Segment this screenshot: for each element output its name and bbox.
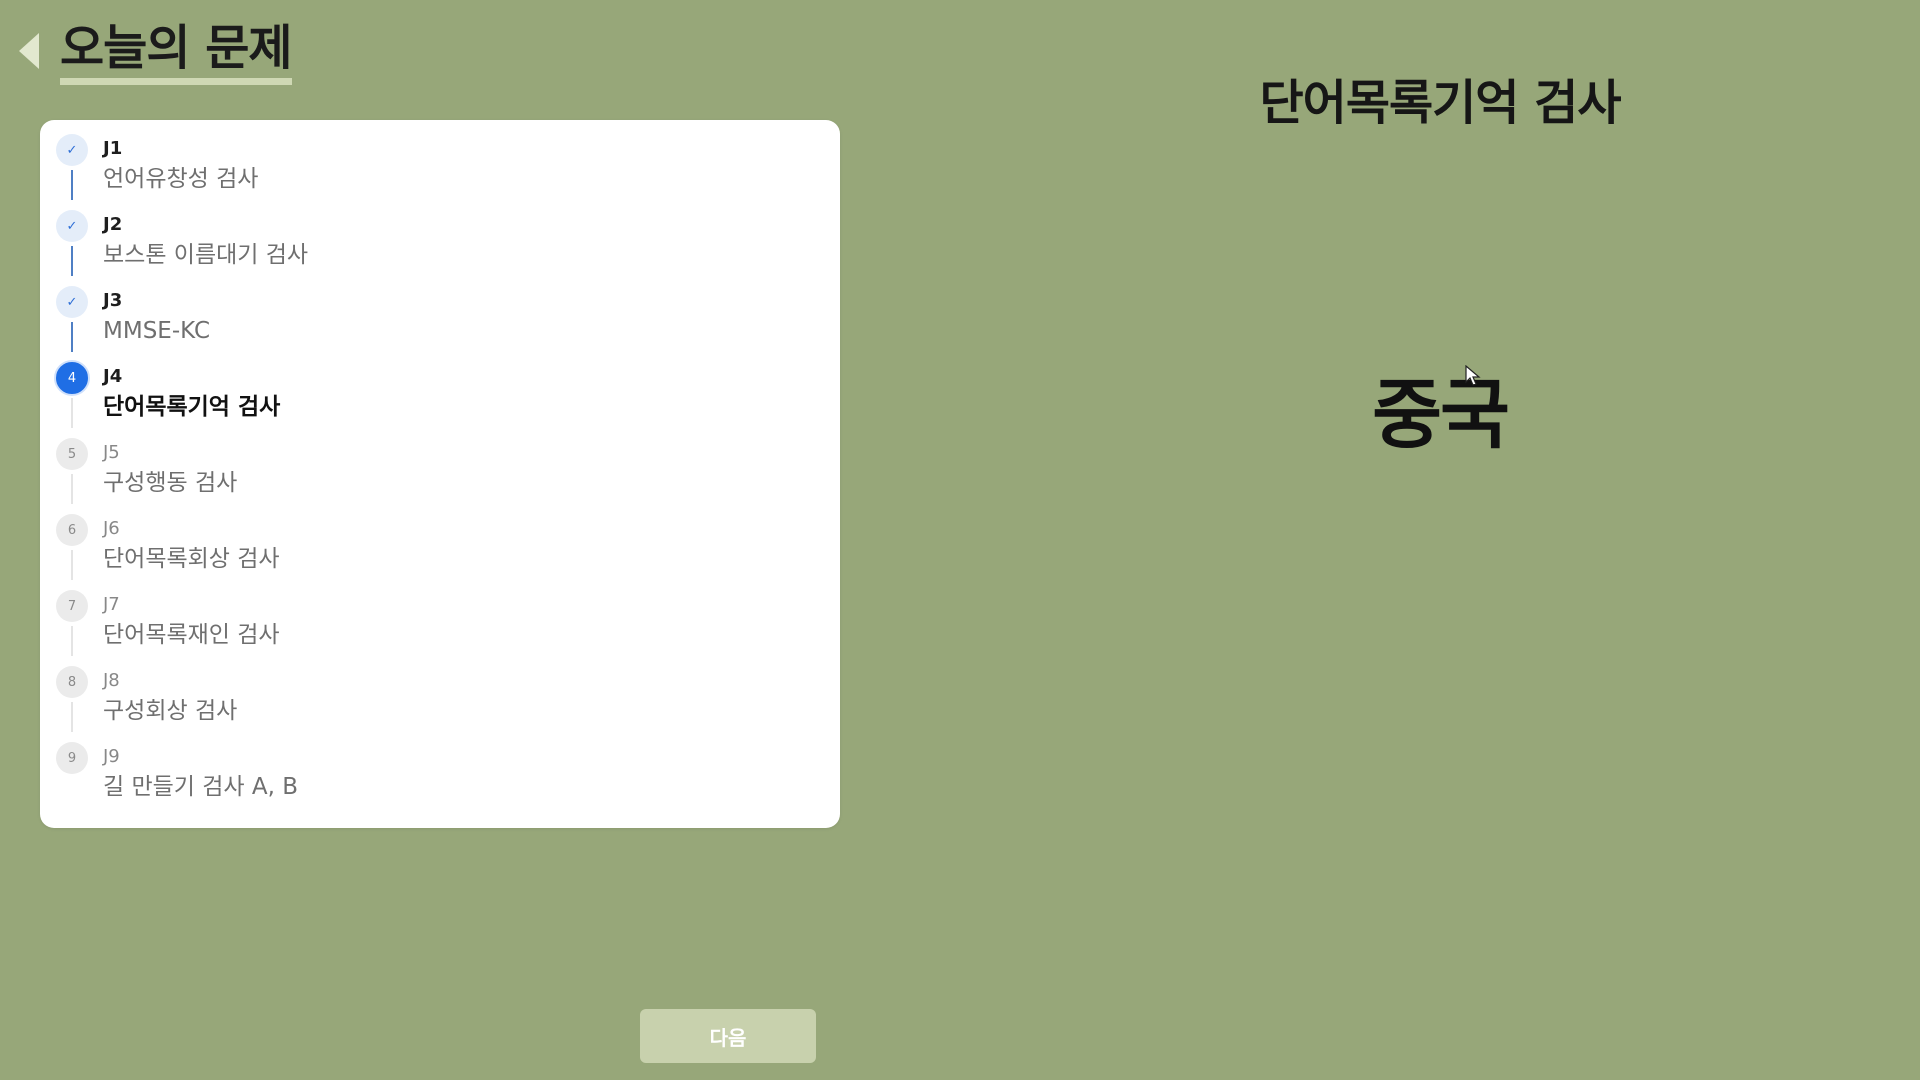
test-title: 단어목록기억 검사: [1259, 75, 1622, 131]
step-name: 언어유창성 검사: [103, 166, 259, 192]
step-name: 단어목록재인 검사: [103, 622, 280, 648]
page-title: 오늘의 문제: [60, 18, 293, 85]
step-item-j5[interactable]: 5 J5 구성행동 검사: [40, 424, 840, 504]
step-number-badge: 8: [56, 666, 88, 698]
step-code: J4: [103, 366, 123, 387]
step-number-badge: 4: [56, 362, 88, 394]
step-number-badge: 7: [56, 590, 88, 622]
step-code: J7: [103, 594, 120, 615]
step-number-badge: 5: [56, 438, 88, 470]
check-icon: ✓: [56, 210, 88, 242]
step-item-j6[interactable]: 6 J6 단어목록회상 검사: [40, 500, 840, 580]
step-list-panel: ✓ J1 언어유창성 검사 ✓ J2 보스톤 이름대기 검사 ✓ J3 MMSE…: [40, 120, 840, 828]
step-code: J9: [103, 746, 120, 767]
mouse-cursor-icon: [1465, 364, 1481, 387]
step-item-j3[interactable]: ✓ J3 MMSE-KC: [40, 272, 840, 352]
step-name: 단어목록기억 검사: [103, 394, 281, 420]
step-item-j1[interactable]: ✓ J1 언어유창성 검사: [40, 120, 840, 200]
step-name: MMSE-KC: [103, 318, 211, 344]
step-item-j7[interactable]: 7 J7 단어목록재인 검사: [40, 576, 840, 656]
step-item-j2[interactable]: ✓ J2 보스톤 이름대기 검사: [40, 196, 840, 276]
header: 오늘의 문제: [14, 18, 293, 85]
step-code: J3: [103, 290, 123, 311]
step-number-badge: 9: [56, 742, 88, 774]
step-item-j8[interactable]: 8 J8 구성회상 검사: [40, 652, 840, 732]
step-name: 단어목록회상 검사: [103, 546, 280, 572]
check-icon: ✓: [56, 286, 88, 318]
step-code: J6: [103, 518, 120, 539]
step-code: J5: [103, 442, 120, 463]
step-name: 구성회상 검사: [103, 698, 238, 724]
step-item-j9[interactable]: 9 J9 길 만들기 검사 A, B: [40, 728, 840, 804]
step-name: 구성행동 검사: [103, 470, 238, 496]
check-icon: ✓: [56, 134, 88, 166]
chevron-left-icon[interactable]: [14, 29, 44, 73]
step-number-badge: 6: [56, 514, 88, 546]
step-code: J8: [103, 670, 120, 691]
step-name: 길 만들기 검사 A, B: [103, 774, 299, 800]
step-item-j4[interactable]: 4 J4 단어목록기억 검사: [40, 348, 840, 428]
next-button[interactable]: 다음: [640, 1009, 816, 1063]
step-name: 보스톤 이름대기 검사: [103, 242, 309, 268]
step-code: J2: [103, 214, 123, 235]
step-code: J1: [103, 138, 123, 159]
test-word: 중국: [1372, 370, 1510, 459]
